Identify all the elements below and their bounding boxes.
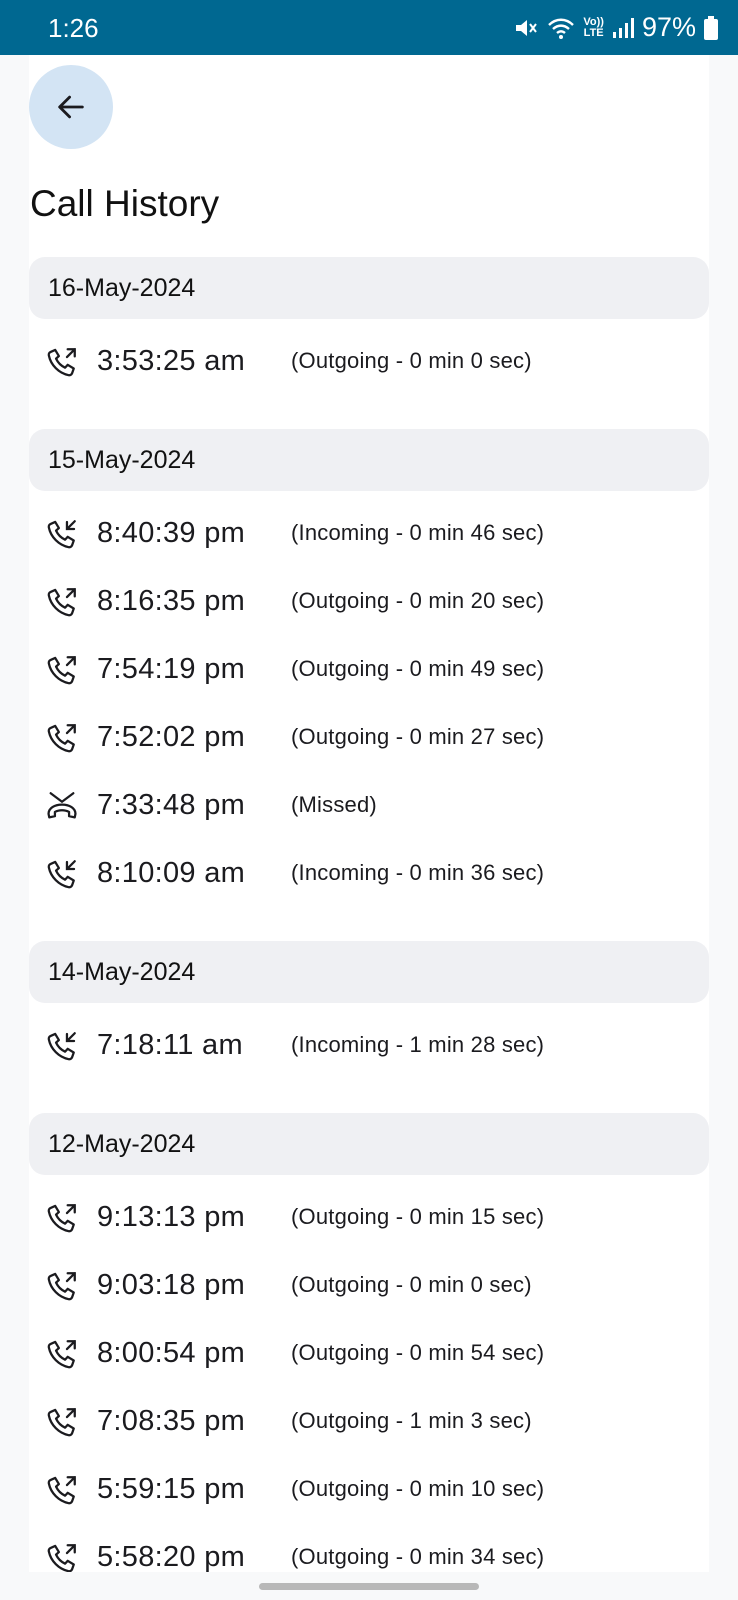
- call-row[interactable]: 5:58:20 pm (Outgoing - 0 min 34 sec): [29, 1523, 709, 1572]
- call-incoming-icon: [47, 1032, 76, 1061]
- call-row[interactable]: 7:54:19 pm (Outgoing - 0 min 49 sec): [29, 635, 709, 703]
- volte-indicator: Vo)) LTE: [583, 15, 604, 39]
- call-detail: (Outgoing - 0 min 0 sec): [291, 1272, 532, 1297]
- call-outgoing-icon: [47, 588, 76, 617]
- call-outgoing-icon: [47, 1204, 76, 1233]
- call-detail: (Outgoing - 0 min 34 sec): [291, 1544, 545, 1569]
- date-header: 15-May-2024: [29, 429, 709, 491]
- call-row[interactable]: 7:33:48 pm (Missed): [29, 771, 709, 839]
- call-outgoing-icon: [47, 1408, 76, 1437]
- call-outgoing-icon: [47, 1476, 76, 1505]
- call-detail: (Missed): [291, 792, 377, 817]
- call-list: 16-May-2024 3:53:25 am (Outgoing - 0 min 0…: [29, 257, 709, 1572]
- call-outgoing-icon: [47, 656, 76, 685]
- call-time: 8:10:09 am: [97, 856, 246, 889]
- call-time: 9:03:18 pm: [97, 1268, 246, 1301]
- group-top-spacer: [29, 319, 709, 327]
- call-row[interactable]: 7:18:11 am (Incoming - 1 min 28 sec): [29, 1011, 709, 1079]
- call-missed-icon: [47, 792, 77, 819]
- group-top-spacer: [29, 491, 709, 499]
- mute-icon: [516, 19, 538, 36]
- battery-icon: [704, 15, 718, 40]
- call-row[interactable]: 9:03:18 pm (Outgoing - 0 min 0 sec): [29, 1251, 709, 1319]
- call-outgoing-icon: [47, 1544, 76, 1572]
- call-outgoing-icon: [47, 1272, 76, 1301]
- call-row[interactable]: 3:53:25 am (Outgoing - 0 min 0 sec): [29, 327, 709, 395]
- call-time: 5:58:20 pm: [97, 1540, 246, 1573]
- back-button[interactable]: [29, 65, 113, 149]
- call-time: 8:16:35 pm: [97, 584, 246, 617]
- call-outgoing-icon: [47, 724, 76, 753]
- call-time: 9:13:13 pm: [97, 1200, 246, 1233]
- call-row[interactable]: 7:08:35 pm (Outgoing - 1 min 3 sec): [29, 1387, 709, 1455]
- status-icons: Vo)) LTE 97%: [513, 12, 718, 43]
- date-header: 16-May-2024: [29, 257, 709, 319]
- call-row[interactable]: 8:16:35 pm (Outgoing - 0 min 20 sec): [29, 567, 709, 635]
- call-row[interactable]: 8:00:54 pm (Outgoing - 0 min 54 sec): [29, 1319, 709, 1387]
- call-detail: (Outgoing - 0 min 10 sec): [291, 1476, 545, 1501]
- call-row[interactable]: 8:40:39 pm (Incoming - 0 min 46 sec): [29, 499, 709, 567]
- call-time: 7:52:02 pm: [97, 720, 246, 753]
- call-outgoing-icon: [47, 348, 76, 377]
- call-detail: (Incoming - 0 min 46 sec): [291, 520, 545, 545]
- call-time: 7:08:35 pm: [97, 1404, 246, 1437]
- page-title: Call History: [30, 183, 220, 224]
- call-history-screen: Call History 16-May-2024 3:53:25 am (Outgo…: [29, 55, 709, 1572]
- signal-icon: [612, 17, 634, 38]
- call-detail: (Outgoing - 0 min 0 sec): [291, 348, 532, 373]
- call-detail: (Outgoing - 1 min 3 sec): [291, 1408, 532, 1433]
- call-time: 7:54:19 pm: [97, 652, 246, 685]
- call-row[interactable]: 9:13:13 pm (Outgoing - 0 min 15 sec): [29, 1183, 709, 1251]
- status-time: 1:26: [48, 13, 99, 43]
- call-detail: (Incoming - 0 min 36 sec): [291, 860, 545, 885]
- group-top-spacer: [29, 1003, 709, 1011]
- call-detail: (Outgoing - 0 min 15 sec): [291, 1204, 545, 1229]
- call-time: 7:18:11 am: [97, 1028, 243, 1061]
- date-header: 12-May-2024: [29, 1113, 709, 1175]
- call-time: 5:59:15 pm: [97, 1472, 246, 1505]
- wifi-icon: [548, 18, 575, 39]
- call-time: 3:53:25 am: [97, 344, 246, 377]
- group-top-spacer: [29, 1175, 709, 1183]
- battery-percent: 97%: [641, 12, 696, 42]
- call-detail: (Outgoing - 0 min 54 sec): [291, 1340, 545, 1365]
- arrow-left-icon: [58, 95, 84, 119]
- call-row[interactable]: 5:59:15 pm (Outgoing - 0 min 10 sec): [29, 1455, 709, 1523]
- call-incoming-icon: [47, 520, 76, 549]
- status-bar: 1:26 Vo)) LTE 97%: [0, 0, 738, 55]
- call-detail: (Outgoing - 0 min 20 sec): [291, 588, 545, 613]
- gesture-bar[interactable]: [259, 1583, 479, 1590]
- call-detail: (Outgoing - 0 min 49 sec): [291, 656, 545, 681]
- call-time: 8:40:39 pm: [97, 516, 246, 549]
- call-time: 7:33:48 pm: [97, 788, 246, 821]
- call-detail: (Incoming - 1 min 28 sec): [291, 1032, 545, 1057]
- call-row[interactable]: 8:10:09 am (Incoming - 0 min 36 sec): [29, 839, 709, 907]
- call-detail: (Outgoing - 0 min 27 sec): [291, 724, 545, 749]
- call-incoming-icon: [47, 860, 76, 889]
- date-header: 14-May-2024: [29, 941, 709, 1003]
- call-row[interactable]: 7:52:02 pm (Outgoing - 0 min 27 sec): [29, 703, 709, 771]
- call-outgoing-icon: [47, 1340, 76, 1369]
- call-time: 8:00:54 pm: [97, 1336, 246, 1369]
